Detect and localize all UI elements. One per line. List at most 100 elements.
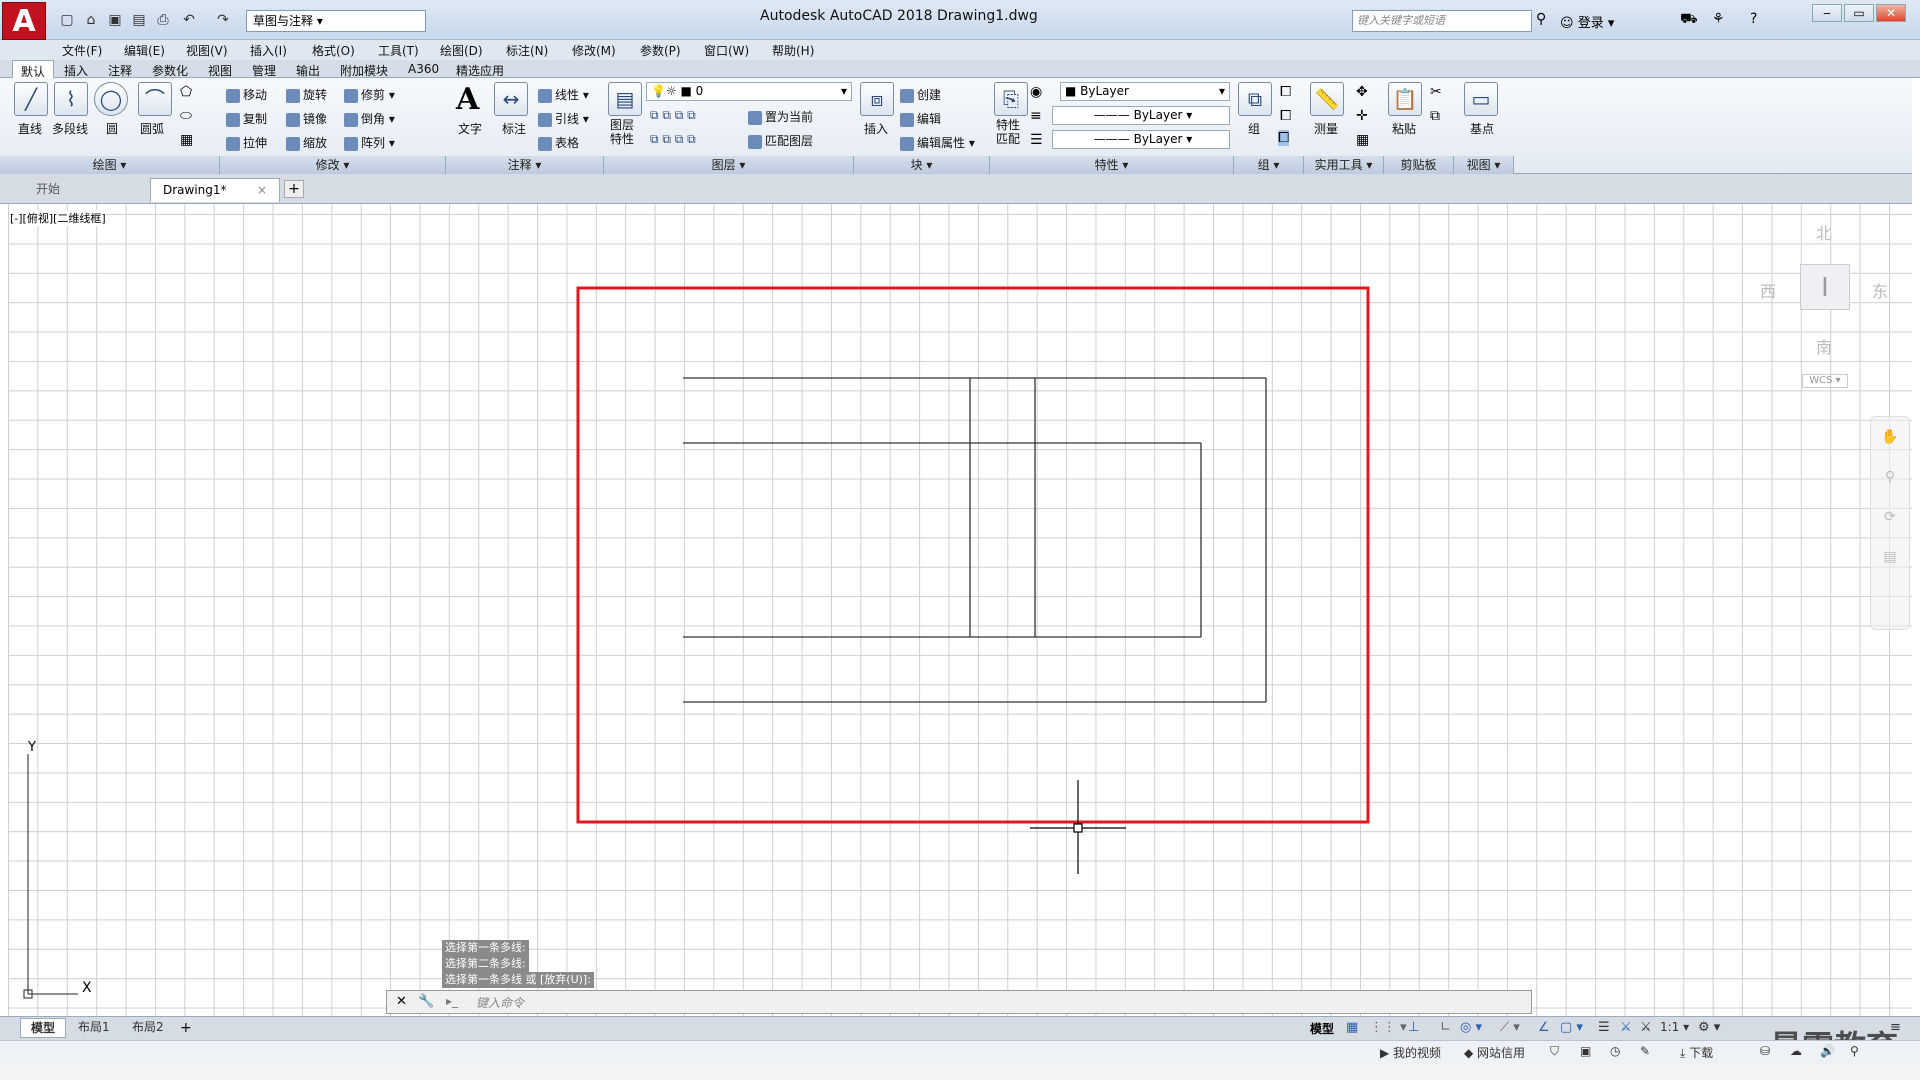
selection-cycling-icon[interactable]: ▢ ▾ <box>1560 1020 1583 1035</box>
table-button[interactable]: 表格 <box>538 134 579 151</box>
undo-icon[interactable]: ↶ <box>178 10 200 30</box>
group-edit-icon[interactable]: ⧠ <box>1280 108 1291 124</box>
cart-icon[interactable]: ⛟ <box>1680 11 1698 29</box>
pan-icon[interactable]: ✋ <box>1871 417 1909 457</box>
tab-a360[interactable]: A360 <box>400 60 447 78</box>
linetype-dropdown[interactable]: ——— ByLayer ▾ <box>1052 106 1230 125</box>
match-properties-icon[interactable]: ⎘ <box>994 82 1028 116</box>
calculator-icon[interactable]: ▦ <box>1356 132 1369 148</box>
close-tab-icon[interactable]: × <box>257 179 267 201</box>
my-video-button[interactable]: ▶ 我的视频 <box>1380 1044 1441 1061</box>
viewcube-top-face[interactable]: ┃ <box>1800 264 1850 310</box>
tab-start[interactable]: 开始 <box>24 178 144 202</box>
layer-properties-label[interactable]: 图层特性 <box>610 118 640 146</box>
annotation-scale-icon[interactable]: ⚔ <box>1640 1020 1652 1035</box>
wcs-dropdown[interactable]: WCS ▾ <box>1802 374 1848 388</box>
login-button[interactable]: ☺ 登录 ▾ <box>1560 12 1614 31</box>
add-layout-button[interactable]: + <box>180 1020 192 1036</box>
cloud-icon[interactable]: ☁ <box>1790 1044 1802 1058</box>
annotation-scale-dropdown[interactable]: 1:1 ▾ <box>1660 1020 1689 1034</box>
tab-view[interactable]: 视图 <box>200 60 240 78</box>
layer-tools-icon[interactable]: ⧉ ⧉ ⧉ ⧉ <box>650 108 696 123</box>
layer-dropdown[interactable]: 💡☼ ■ 0 ▾ <box>646 82 852 101</box>
tab-default[interactable]: 默认 <box>12 60 55 79</box>
measure-icon[interactable]: 📏 <box>1310 82 1344 116</box>
polyline-icon[interactable]: ⌇ <box>54 82 88 116</box>
color-wheel-icon[interactable]: ◉ <box>1030 84 1042 100</box>
match-properties-label[interactable]: 特性匹配 <box>996 118 1026 146</box>
ungroup-icon[interactable]: ⧠ <box>1280 84 1291 100</box>
base-view-label[interactable]: 基点 <box>1470 120 1494 137</box>
clipboard-panel-title[interactable]: 剪贴板 <box>1384 156 1454 174</box>
arc-label[interactable]: 圆弧 <box>140 120 164 137</box>
layer-tools-2-icon[interactable]: ⧉ ⧉ ⧉ ⧉ <box>650 132 696 147</box>
insert-block-icon[interactable]: ⧈ <box>860 82 894 116</box>
extension-icon[interactable]: ⛁ <box>1760 1044 1770 1058</box>
menu-help[interactable]: 帮助(H) <box>772 42 814 59</box>
lineweight-toggle-icon[interactable]: ☰ <box>1598 1020 1610 1035</box>
menu-edit[interactable]: 编辑(E) <box>124 42 165 59</box>
drawing-canvas[interactable] <box>8 204 1912 1016</box>
group-panel-title[interactable]: 组 ▾ <box>1234 156 1304 174</box>
group-label[interactable]: 组 <box>1248 120 1260 137</box>
stretch-button[interactable]: 拉伸 <box>226 134 267 151</box>
menu-draw[interactable]: 绘图(D) <box>440 42 483 59</box>
utilities-panel-title[interactable]: 实用工具 ▾ <box>1304 156 1384 174</box>
block-panel-title[interactable]: 块 ▾ <box>854 156 990 174</box>
tab-manage[interactable]: 管理 <box>244 60 284 78</box>
annotation-visibility-icon[interactable]: ⚔ <box>1620 1020 1632 1035</box>
maximize-button[interactable]: ▭ <box>1844 4 1874 22</box>
minimize-button[interactable]: ‒ <box>1812 4 1842 22</box>
tab-insert[interactable]: 插入 <box>56 60 96 78</box>
viewport-controls[interactable]: [-][俯视][二维线框] <box>10 210 106 226</box>
menu-file[interactable]: 文件(F) <box>62 42 102 59</box>
print-icon[interactable]: ⎙ <box>152 10 174 30</box>
tools-icon[interactable]: ✎ <box>1640 1044 1650 1058</box>
linetype-icon[interactable]: ≡ <box>1030 108 1042 124</box>
create-block-button[interactable]: 创建 <box>900 86 941 103</box>
orbit-icon[interactable]: ⟳ <box>1871 497 1909 537</box>
match-layer-button[interactable]: 匹配图层 <box>748 132 813 149</box>
zoom-icon[interactable]: ⚲ <box>1871 457 1909 497</box>
menu-parametric[interactable]: 参数(P) <box>640 42 681 59</box>
modify-panel-title[interactable]: 修改 ▾ <box>220 156 446 174</box>
insert-block-label[interactable]: 插入 <box>864 120 888 137</box>
download-button[interactable]: ⤓ 下载 <box>1680 1044 1713 1061</box>
line-icon[interactable]: ╱ <box>14 82 48 116</box>
polyline-label[interactable]: 多段线 <box>52 120 88 137</box>
group-select-icon[interactable]: ⧠ <box>1278 130 1290 146</box>
help-icon[interactable]: ? <box>1750 11 1757 27</box>
dimension-icon[interactable]: ↔ <box>494 82 528 116</box>
workspace-dropdown[interactable]: 草图与注释 ▾ <box>246 10 426 32</box>
menu-view[interactable]: 视图(V) <box>186 42 228 59</box>
shield-icon[interactable]: ⛉ <box>1550 1044 1559 1059</box>
dynamic-ucs-icon[interactable]: ∠ <box>1538 1020 1550 1035</box>
tab-annotate[interactable]: 注释 <box>100 60 140 78</box>
tab-parametric[interactable]: 参数化 <box>144 60 196 78</box>
history-icon[interactable]: ◷ <box>1610 1044 1620 1058</box>
copy-button[interactable]: 复制 <box>226 110 267 127</box>
tab-drawing1[interactable]: Drawing1* × <box>150 178 280 202</box>
mirror-button[interactable]: 镜像 <box>286 110 327 127</box>
measure-label[interactable]: 测量 <box>1314 120 1338 137</box>
snap-icon[interactable]: ⋮⋮ ▾ <box>1370 1020 1407 1035</box>
circle-label[interactable]: 圆 <box>106 120 118 137</box>
view-panel-title[interactable]: 视图 ▾ <box>1454 156 1514 174</box>
close-button[interactable]: ✕ <box>1876 4 1906 22</box>
properties-panel-title[interactable]: 特性 ▾ <box>990 156 1234 174</box>
dimension-label[interactable]: 标注 <box>502 120 526 137</box>
edit-block-button[interactable]: 编辑 <box>900 110 941 127</box>
menu-dimension[interactable]: 标注(N) <box>506 42 548 59</box>
line-label[interactable]: 直线 <box>18 120 42 137</box>
fillet-button[interactable]: 倒角 ▾ <box>344 110 395 127</box>
arc-icon[interactable]: ⌒ <box>138 82 172 116</box>
binoculars-icon[interactable]: ⚲ <box>1536 11 1546 27</box>
showmotion-icon[interactable]: ▤ <box>1871 537 1909 577</box>
text-label[interactable]: 文字 <box>458 120 482 137</box>
hatch-icon[interactable]: ▦ <box>180 132 193 148</box>
tab-model[interactable]: 模型 <box>20 1018 67 1038</box>
draw-panel-title[interactable]: 绘图 ▾ <box>0 156 220 174</box>
layers-panel-title[interactable]: 图层 ▾ <box>604 156 854 174</box>
viewcube-south[interactable]: 南 <box>1816 334 1832 358</box>
copy-clip-icon[interactable]: ⧉ <box>1430 108 1440 124</box>
